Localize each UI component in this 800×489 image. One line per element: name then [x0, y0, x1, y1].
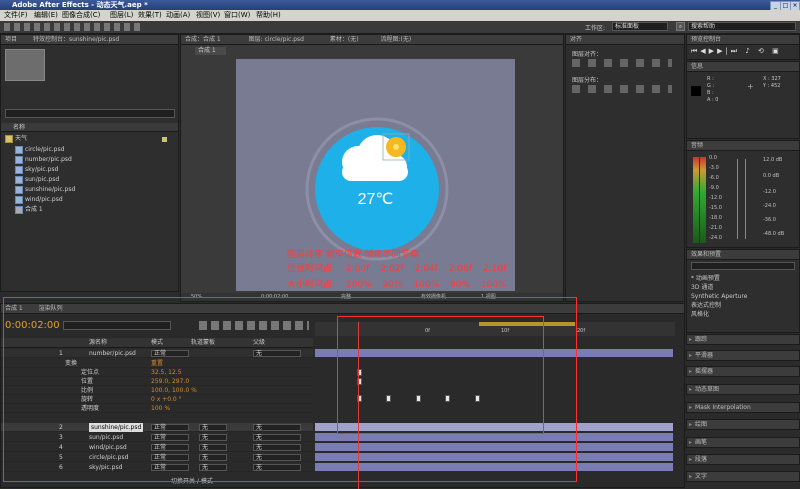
annotation-line-1: 图层排序 帧率倍数 帧率不同节奏 [287, 250, 419, 260]
list-item[interactable]: Synthetic Aperture [691, 292, 748, 301]
list-item[interactable]: sun/pic.psd [15, 175, 185, 185]
effects-presets-panel: 效果和预置 * 动画预置 3D 通道 Synthetic Aperture 表达… [686, 249, 800, 333]
menu-view[interactable]: 视图(V) [196, 10, 220, 21]
list-item[interactable]: circle/pic.psd [15, 145, 185, 155]
tools-toolbar: 工作区: 标准面板 ⌕ 搜索帮助 [0, 21, 800, 34]
info-rgba: R :G :B :A : 0 [707, 76, 719, 103]
panel-motion-sketch[interactable]: 动态草图 [686, 384, 800, 395]
tab-info[interactable]: 信息 [687, 62, 799, 72]
list-item[interactable]: 3D 通道 [691, 283, 748, 292]
label-swatch [162, 137, 167, 142]
temperature-label: 27℃ [357, 191, 394, 208]
color-swatch [691, 86, 701, 96]
comp-subtab[interactable]: 合成 1 [195, 47, 226, 55]
panel-tracker[interactable]: 跟踪 [686, 334, 800, 345]
file-icon [15, 195, 23, 204]
panel-smoother[interactable]: 平滑器 [686, 350, 800, 361]
crosshair-icon: + [747, 82, 754, 91]
menu-animation[interactable]: 动画(A) [166, 10, 190, 21]
window-title: Adobe After Effects - 动态天气.aep * [12, 1, 148, 9]
panel-mask-interpolation[interactable]: Mask Interpolation [686, 402, 800, 413]
menu-file[interactable]: 文件(F) [4, 10, 28, 21]
align-panel: 对齐 图层对齐： 图层分布： [565, 34, 685, 302]
tab-composition[interactable]: 合成：合成 1 [185, 36, 221, 43]
composition-panel: 合成：合成 1 图层: circle/pic.psd 素材：(无) 流程图:(无… [180, 34, 564, 302]
list-item[interactable]: * 动画预置 [691, 274, 748, 283]
file-icon [15, 155, 23, 164]
file-icon [15, 175, 23, 184]
audio-slider-left[interactable] [737, 159, 738, 239]
tab-effect-controls[interactable]: 特效控制台：sunshine/pic.psd [33, 36, 119, 43]
file-icon [15, 185, 23, 194]
file-icon [15, 145, 23, 154]
workspace-label: 工作区: [585, 25, 606, 32]
menu-layer[interactable]: 图层(L) [110, 10, 133, 21]
tool-icons[interactable] [4, 23, 144, 31]
composition-icon [15, 205, 23, 214]
menu-effect[interactable]: 效果(T) [138, 10, 162, 21]
panel-paint[interactable]: 绘图 [686, 419, 800, 430]
tab-layer[interactable]: 图层: circle/pic.psd [249, 36, 304, 43]
list-item[interactable]: 天气 [5, 134, 175, 144]
info-xy: X : 327 Y : 452 [763, 76, 781, 89]
tab-effects-presets[interactable]: 效果和预置 [687, 250, 799, 260]
info-panel: 信息 R :G :B :A : 0 + X : 327 Y : 452 [686, 61, 800, 139]
effects-list: * 动画预置 3D 通道 Synthetic Aperture 表达式控制 风格… [691, 274, 748, 319]
menu-edit[interactable]: 编辑(E) [34, 10, 58, 21]
distribute-buttons[interactable] [572, 85, 672, 93]
align-to-label: 图层对齐： [572, 51, 603, 58]
playback-controls[interactable]: ⏮◀▶▶|⏭ ♪ ⟲ ▣ [691, 47, 795, 57]
menu-composition[interactable]: 图像合成(C) [62, 10, 100, 21]
folder-icon [5, 134, 13, 143]
panel-paragraph[interactable]: 段落 [686, 454, 800, 465]
align-buttons[interactable] [572, 59, 672, 67]
composition-panel-header: 合成：合成 1 图层: circle/pic.psd 素材：(无) 流程图:(无… [181, 35, 563, 45]
tab-audio[interactable]: 音频 [687, 141, 799, 151]
title-bar: Adobe After Effects - 动态天气.aep * _ □ × [0, 0, 800, 11]
tab-project[interactable]: 项目 [5, 36, 17, 43]
search-icon[interactable]: ⌕ [676, 22, 685, 31]
effects-search-input[interactable] [691, 262, 795, 270]
list-item[interactable]: sunshine/pic.psd [15, 185, 185, 195]
project-panel-header: 项目 特效控制台：sunshine/pic.psd [1, 35, 178, 45]
workspace-select[interactable]: 标准面板 [612, 22, 668, 31]
list-item[interactable]: 风格化 [691, 310, 748, 319]
panel-brushes[interactable]: 画笔 [686, 437, 800, 448]
menu-window[interactable]: 窗口(W) [224, 10, 250, 21]
project-panel: 项目 特效控制台：sunshine/pic.psd 名称 天气 circle/p… [0, 34, 179, 292]
panel-character[interactable]: 文字 [686, 471, 800, 482]
tab-align[interactable]: 对齐 [566, 35, 684, 45]
list-item[interactable]: number/pic.psd [15, 155, 185, 165]
audio-meter-left [693, 157, 699, 243]
project-search-input[interactable] [5, 109, 175, 118]
panel-wiggler[interactable]: 摇摆器 [686, 366, 800, 377]
audio-slider-right[interactable] [745, 159, 746, 239]
menu-help[interactable]: 帮助(H) [256, 10, 281, 21]
preview-panel: 预览控制台 ⏮◀▶▶|⏭ ♪ ⟲ ▣ [686, 34, 800, 60]
menu-bar: 文件(F) 编辑(E) 图像合成(C) 图层(L) 效果(T) 动画(A) 视图… [0, 10, 800, 21]
highlight-box [337, 316, 544, 434]
tab-flowchart[interactable]: 流程图:(无) [381, 36, 412, 43]
help-search-input[interactable]: 搜索帮助 [688, 22, 796, 31]
distribute-label: 图层分布： [572, 77, 603, 84]
file-icon [15, 165, 23, 174]
list-item[interactable]: 表达式控制 [691, 301, 748, 310]
annotation-line-3: 大小时间点: 100% 90% 100% 90% 100% [287, 280, 507, 290]
list-item[interactable]: 合成 1 [15, 205, 185, 215]
list-item[interactable]: sky/pic.psd [15, 165, 185, 175]
list-item[interactable]: wind/pic.psd [15, 195, 185, 205]
annotation-line-2: 位置时间点: 2:00f 2:02f 2:04f 2:08f 2:10f [287, 264, 507, 274]
audio-panel: 音频 0.0 -3.0 -6.0 -9.0 -12.0 -15.0 -18.0 … [686, 140, 800, 248]
audio-meter-right [700, 157, 706, 243]
thumbnail [5, 49, 45, 81]
tab-footage[interactable]: 素材：(无) [330, 36, 359, 43]
tab-preview[interactable]: 预览控制台 [687, 35, 799, 45]
column-header-name[interactable]: 名称 [1, 123, 178, 132]
